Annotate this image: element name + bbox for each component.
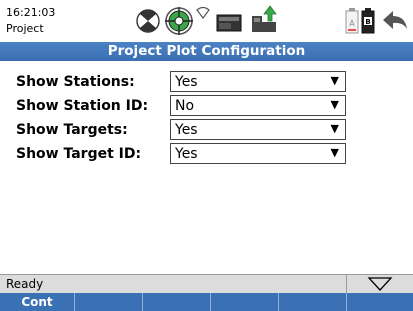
show-station-id-select[interactable]: No ▼: [170, 95, 346, 116]
setting-row-show-targets: Show Targets: Yes ▼: [16, 119, 396, 141]
svg-text:B: B: [365, 18, 370, 26]
status-bar: Ready: [0, 274, 413, 294]
triangle-down-icon: [367, 277, 393, 291]
softkey-3[interactable]: [143, 293, 211, 311]
show-targets-select[interactable]: Yes ▼: [170, 119, 346, 140]
battery-a-icon: A: [345, 8, 359, 34]
setting-label: Show Stations:: [16, 74, 135, 90]
select-value: Yes: [175, 146, 198, 162]
softkey-cont[interactable]: Cont: [0, 293, 75, 311]
setting-label: Show Station ID:: [16, 98, 149, 114]
show-stations-select[interactable]: Yes ▼: [170, 71, 346, 92]
battery-b-icon: B: [361, 8, 375, 34]
dropdown-arrow-icon: ▼: [330, 146, 339, 159]
dropdown-arrow-icon: ▼: [330, 74, 339, 87]
setting-row-show-target-id: Show Target ID: Yes ▼: [16, 143, 396, 165]
svg-text:A: A: [349, 19, 355, 28]
clock: 16:21:03: [6, 6, 56, 19]
softkey-bar: Cont: [0, 293, 413, 311]
select-value: Yes: [175, 74, 198, 90]
softkey-5[interactable]: [279, 293, 347, 311]
top-status-bar: 16:21:03 Project A B: [0, 0, 413, 40]
dropdown-arrow-icon: ▼: [330, 98, 339, 111]
softkey-toggle-button[interactable]: [347, 275, 413, 294]
setting-row-show-station-id: Show Station ID: No ▼: [16, 95, 396, 117]
status-text: Ready: [6, 277, 44, 291]
data-card-icon[interactable]: [216, 14, 242, 32]
softkey-4[interactable]: [211, 293, 279, 311]
measure-mode-icon[interactable]: [136, 9, 160, 33]
show-target-id-select[interactable]: Yes ▼: [170, 143, 346, 164]
app-name: Project: [6, 22, 44, 35]
softkey-2[interactable]: [75, 293, 143, 311]
select-value: Yes: [175, 122, 198, 138]
dropdown-arrow-icon: ▼: [330, 122, 339, 135]
setting-label: Show Target ID:: [16, 146, 142, 162]
back-arrow-icon[interactable]: [381, 9, 409, 31]
instrument-upload-icon[interactable]: [250, 4, 280, 34]
wireless-signal-icon[interactable]: [196, 6, 210, 20]
setting-row-show-stations: Show Stations: Yes ▼: [16, 71, 396, 93]
softkey-6[interactable]: [347, 293, 413, 311]
gps-target-icon[interactable]: [164, 6, 194, 36]
select-value: No: [175, 98, 195, 114]
page-title: Project Plot Configuration: [0, 42, 413, 61]
setting-label: Show Targets:: [16, 122, 128, 138]
